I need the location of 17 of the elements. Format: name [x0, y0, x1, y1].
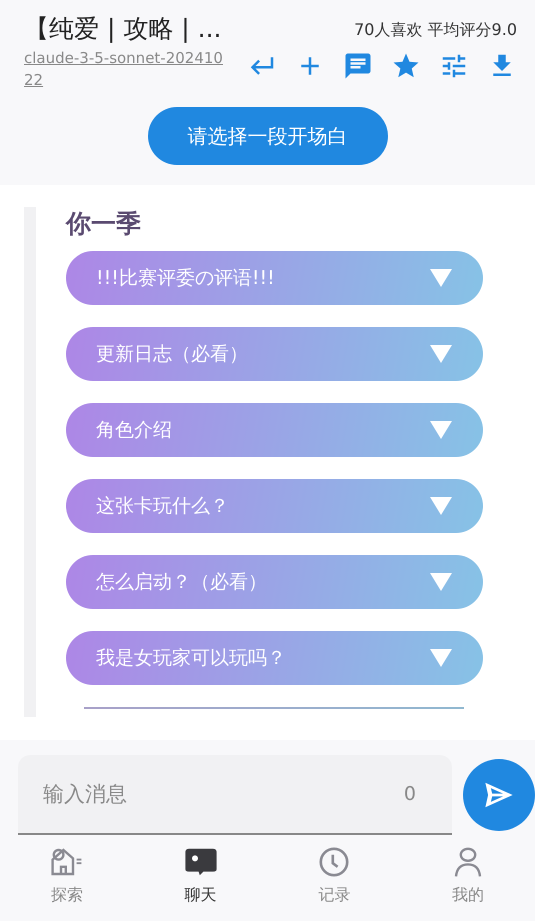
- accordion-item[interactable]: 这张卡玩什么？: [66, 479, 483, 533]
- message-icon[interactable]: [343, 51, 373, 81]
- opening-button[interactable]: 请选择一段开场白: [148, 107, 388, 165]
- nav-tab[interactable]: 聊天: [134, 837, 268, 907]
- accordion-item[interactable]: 更新日志（必看）: [66, 327, 483, 381]
- nav-tab[interactable]: 记录: [268, 837, 402, 907]
- model-link[interactable]: claude-3-5-sonnet-20241022: [24, 47, 230, 91]
- section-heading: 你一季: [66, 208, 141, 240]
- character-title: 【纯爱 | 攻略 | ...: [24, 13, 222, 45]
- accordion-item[interactable]: 怎么启动？（必看）: [66, 555, 483, 609]
- character-count: 0: [404, 783, 416, 805]
- rating-stats: 70人喜欢 平均评分9.0: [354, 20, 517, 41]
- accordion-item[interactable]: 我是女玩家可以玩吗？: [66, 631, 483, 685]
- accordion-item[interactable]: 角色介绍: [66, 403, 483, 457]
- nav-tab[interactable]: 我的: [401, 837, 535, 907]
- accordion-item[interactable]: !!!比赛评委の评语!!!: [66, 251, 483, 305]
- nav-tab[interactable]: 探索: [0, 837, 134, 907]
